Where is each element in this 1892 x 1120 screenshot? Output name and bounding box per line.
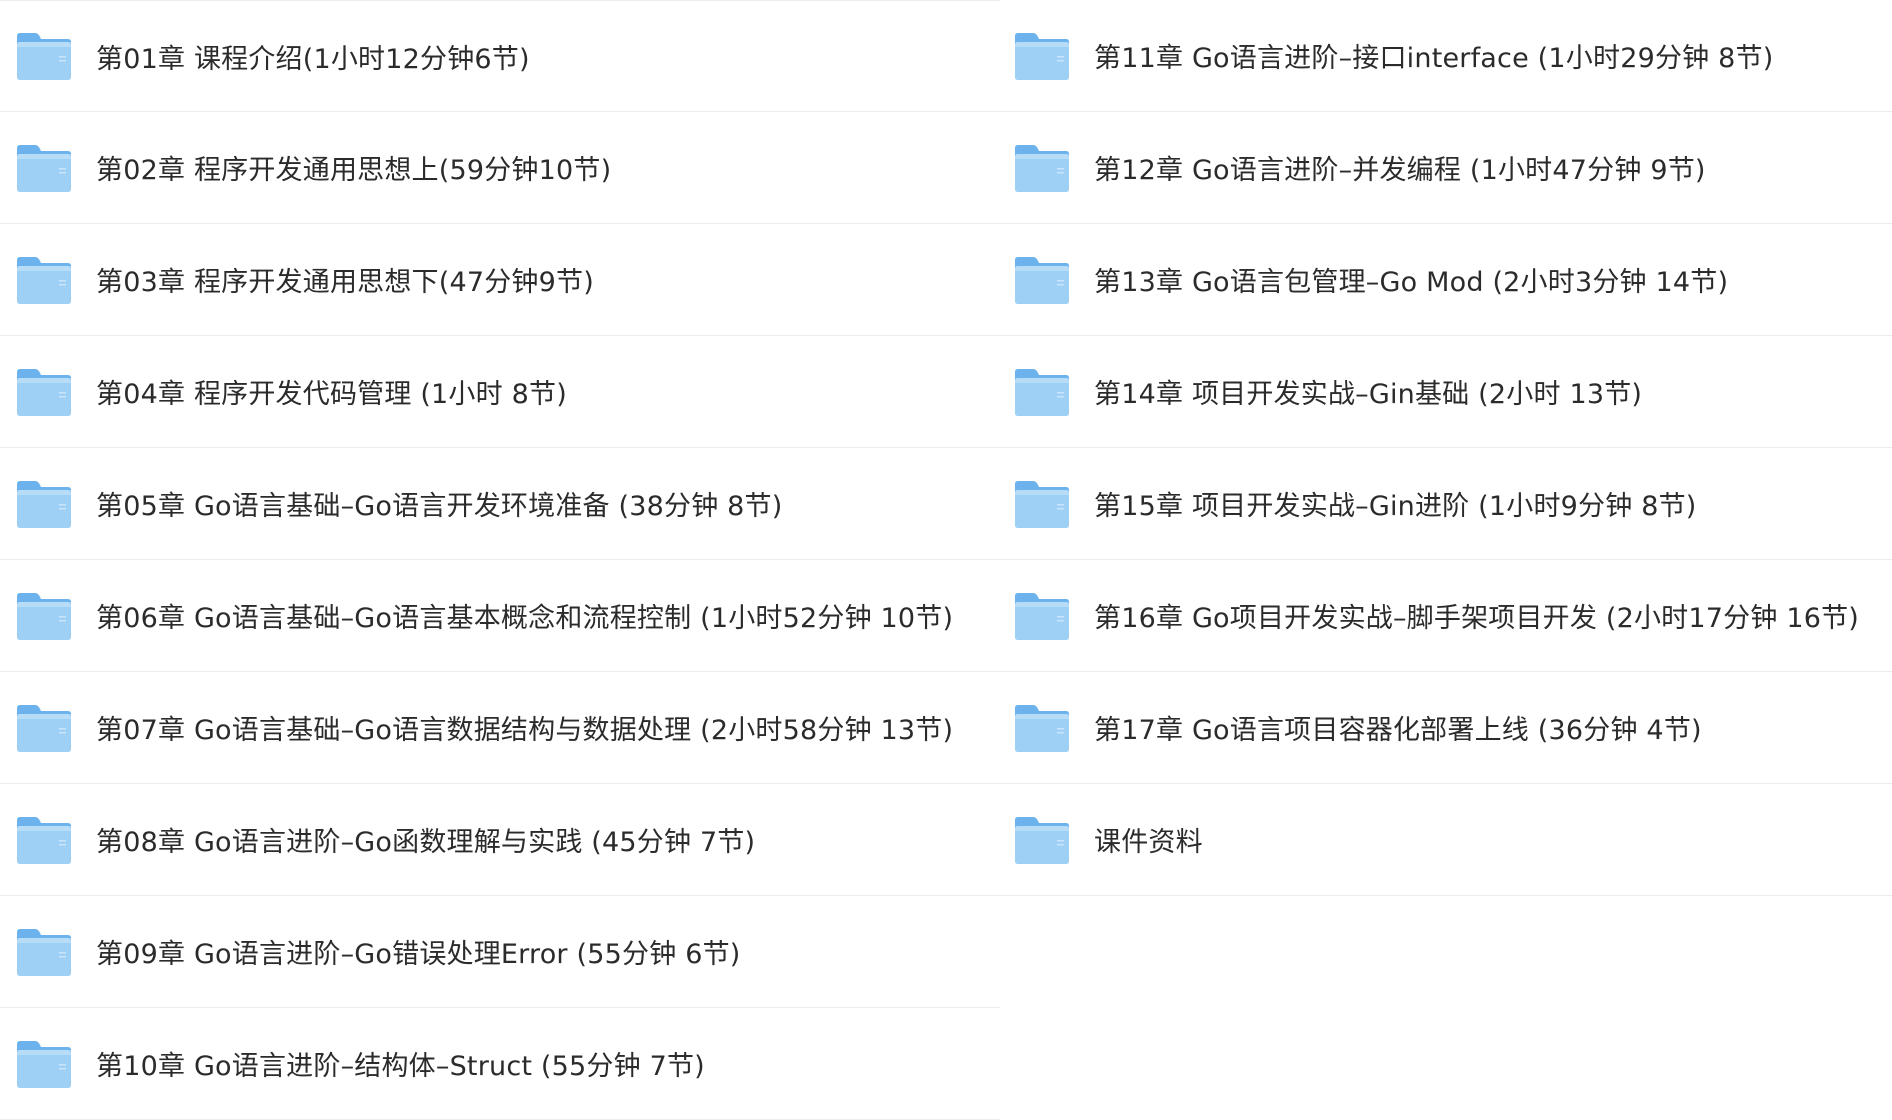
folder-row[interactable]: 第08章 Go语言进阶–Go函数理解与实践 (45分钟 7节) xyxy=(0,784,1000,896)
folder-icon xyxy=(1013,30,1071,82)
folder-row[interactable]: 第14章 项目开发实战–Gin基础 (2小时 13节) xyxy=(1000,336,1892,448)
folder-row[interactable]: 第02章 程序开发通用思想上(59分钟10节) xyxy=(0,112,1000,224)
folder-row[interactable]: 第01章 课程介绍(1小时12分钟6节) xyxy=(0,0,1000,112)
folder-icon xyxy=(15,702,73,754)
folder-row[interactable]: 第05章 Go语言基础–Go语言开发环境准备 (38分钟 8节) xyxy=(0,448,1000,560)
folder-icon xyxy=(1013,590,1071,642)
folder-icon xyxy=(1013,702,1071,754)
folder-name: 第17章 Go语言项目容器化部署上线 (36分钟 4节) xyxy=(1094,715,1702,746)
folder-name: 第11章 Go语言进阶–接口interface (1小时29分钟 8节) xyxy=(1094,43,1774,74)
folder-row[interactable]: 第11章 Go语言进阶–接口interface (1小时29分钟 8节) xyxy=(1000,0,1892,112)
folder-row[interactable]: 第16章 Go项目开发实战–脚手架项目开发 (2小时17分钟 16节) xyxy=(1000,560,1892,672)
folder-icon xyxy=(1013,814,1071,866)
folder-icon xyxy=(15,254,73,306)
folder-row[interactable]: 第03章 程序开发通用思想下(47分钟9节) xyxy=(0,224,1000,336)
folder-icon xyxy=(15,814,73,866)
folder-name: 第01章 课程介绍(1小时12分钟6节) xyxy=(96,43,530,75)
folder-row[interactable]: 第06章 Go语言基础–Go语言基本概念和流程控制 (1小时52分钟 10节) xyxy=(0,560,1000,672)
right-folder-list: 第11章 Go语言进阶–接口interface (1小时29分钟 8节) 第12… xyxy=(1000,0,1892,896)
folder-name: 第02章 程序开发通用思想上(59分钟10节) xyxy=(96,155,612,186)
folder-icon xyxy=(1013,254,1071,306)
folder-row[interactable]: 第13章 Go语言包管理–Go Mod (2小时3分钟 14节) xyxy=(1000,224,1892,336)
left-folder-list: 第01章 课程介绍(1小时12分钟6节) 第02章 程序开发通用思想上(59分钟… xyxy=(0,0,1000,1120)
folder-name: 第13章 Go语言包管理–Go Mod (2小时3分钟 14节) xyxy=(1094,267,1729,298)
folder-row[interactable]: 课件资料 xyxy=(1000,784,1892,896)
folder-row[interactable]: 第15章 项目开发实战–Gin进阶 (1小时9分钟 8节) xyxy=(1000,448,1892,560)
folder-row[interactable]: 第04章 程序开发代码管理 (1小时 8节) xyxy=(0,336,1000,448)
folder-name: 第04章 程序开发代码管理 (1小时 8节) xyxy=(96,379,567,410)
folder-icon xyxy=(15,142,73,194)
folder-row[interactable]: 第10章 Go语言进阶–结构体–Struct (55分钟 7节) xyxy=(0,1008,1000,1120)
folder-name: 第14章 项目开发实战–Gin基础 (2小时 13节) xyxy=(1094,379,1643,410)
folder-icon xyxy=(15,478,73,530)
folder-row[interactable]: 第07章 Go语言基础–Go语言数据结构与数据处理 (2小时58分钟 13节) xyxy=(0,672,1000,784)
folder-name: 课件资料 xyxy=(1094,827,1203,858)
folder-icon xyxy=(15,30,73,82)
folder-row[interactable]: 第12章 Go语言进阶–并发编程 (1小时47分钟 9节) xyxy=(1000,112,1892,224)
folder-icon xyxy=(15,1038,73,1090)
folder-name: 第10章 Go语言进阶–结构体–Struct (55分钟 7节) xyxy=(96,1051,705,1082)
folder-row[interactable]: 第09章 Go语言进阶–Go错误处理Error (55分钟 6节) xyxy=(0,896,1000,1008)
folder-icon xyxy=(15,590,73,642)
folder-name: 第09章 Go语言进阶–Go错误处理Error (55分钟 6节) xyxy=(96,939,741,970)
folder-icon xyxy=(15,366,73,418)
folder-name: 第07章 Go语言基础–Go语言数据结构与数据处理 (2小时58分钟 13节) xyxy=(96,715,954,746)
folder-name: 第08章 Go语言进阶–Go函数理解与实践 (45分钟 7节) xyxy=(96,827,756,858)
folder-icon xyxy=(1013,478,1071,530)
folder-icon xyxy=(15,926,73,978)
folder-row[interactable]: 第17章 Go语言项目容器化部署上线 (36分钟 4节) xyxy=(1000,672,1892,784)
folder-icon xyxy=(1013,366,1071,418)
folder-name: 第06章 Go语言基础–Go语言基本概念和流程控制 (1小时52分钟 10节) xyxy=(96,603,954,634)
folder-name: 第03章 程序开发通用思想下(47分钟9节) xyxy=(96,267,594,298)
folder-icon xyxy=(1013,142,1071,194)
folder-name: 第05章 Go语言基础–Go语言开发环境准备 (38分钟 8节) xyxy=(96,491,783,522)
folder-name: 第16章 Go项目开发实战–脚手架项目开发 (2小时17分钟 16节) xyxy=(1094,603,1860,634)
folder-name: 第12章 Go语言进阶–并发编程 (1小时47分钟 9节) xyxy=(1094,155,1706,186)
folder-name: 第15章 项目开发实战–Gin进阶 (1小时9分钟 8节) xyxy=(1094,491,1697,522)
